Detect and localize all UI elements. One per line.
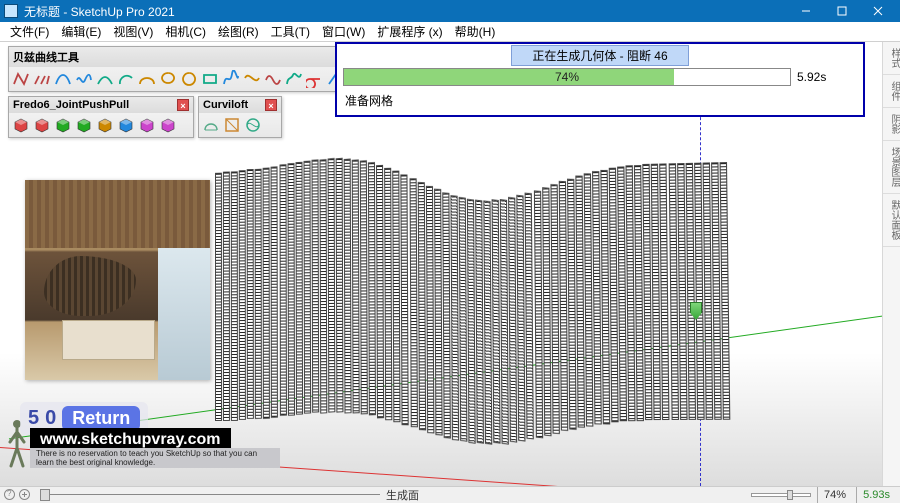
menu-help[interactable]: 帮助(H): [449, 21, 502, 42]
bezier-wave-icon[interactable]: [263, 69, 283, 89]
counter-a: 5: [28, 407, 39, 430]
curviloft-skin-icon[interactable]: [222, 115, 242, 135]
curviloft-loft-icon[interactable]: [201, 115, 221, 135]
jointpushpull-toolbar-title-label: Fredo6_JointPushPull: [13, 99, 177, 111]
generation-progress-panel: 正在生成几何体 - 阻断 46 74% 5.92s 准备网格: [335, 42, 865, 117]
progress-header: 正在生成几何体 - 阻断 46: [511, 45, 688, 66]
bezier-bezier-classic-icon[interactable]: [53, 69, 73, 89]
progress-bar: 74%: [343, 68, 791, 86]
jointpush-undo-icon[interactable]: [158, 115, 178, 135]
jointpush-normal-icon[interactable]: [74, 115, 94, 135]
progress-elapsed: 5.92s: [797, 70, 857, 84]
tray-tab-scenes[interactable]: 场景图层: [883, 141, 900, 194]
bezier-rectangle-icon[interactable]: [200, 69, 220, 89]
bezier-bspline-icon[interactable]: [74, 69, 94, 89]
menu-tools[interactable]: 工具(T): [265, 21, 316, 42]
window-titlebar: 无标题 - SketchUp Pro 2021: [0, 0, 900, 22]
parametric-wall-geometry: [215, 152, 732, 432]
tray-tab-components[interactable]: 组件: [883, 75, 900, 108]
tray-tab-default[interactable]: 默认面板: [883, 194, 900, 247]
bezier-polyline-icon[interactable]: [11, 69, 31, 89]
jointpush-extrude-icon[interactable]: [95, 115, 115, 135]
bezier-arc-icon[interactable]: [116, 69, 136, 89]
curviloft-toolbar-title-label: Curviloft: [203, 99, 265, 111]
menu-edit[interactable]: 编辑(E): [55, 21, 107, 42]
progress-percent-label: 74%: [344, 69, 790, 85]
watermark-subtitle: There is no reservation to teach you Ske…: [30, 448, 280, 468]
window-minimize-button[interactable]: [788, 0, 824, 22]
menu-camera[interactable]: 相机(C): [159, 21, 212, 42]
status-help-icon[interactable]: [4, 489, 15, 500]
menu-extensions[interactable]: 扩展程序 (x): [371, 21, 448, 42]
status-vcr-track[interactable]: [40, 490, 380, 500]
bezier-freehand-icon[interactable]: [284, 69, 304, 89]
tray-tab-styles[interactable]: 样式: [883, 42, 900, 75]
menu-view[interactable]: 视图(V): [107, 21, 159, 42]
bezier-catmull-icon[interactable]: [242, 69, 262, 89]
jointpush-vector-icon[interactable]: [53, 115, 73, 135]
bezier-helix-icon[interactable]: [221, 69, 241, 89]
window-close-button[interactable]: [860, 0, 896, 22]
status-mini-slider[interactable]: [751, 493, 811, 497]
status-add-icon[interactable]: [19, 489, 30, 500]
tray-tab-shadows[interactable]: 阴影: [883, 108, 900, 141]
status-percent: 74%: [817, 487, 852, 503]
jointpush-round-icon[interactable]: [32, 115, 52, 135]
jointpushpull-toolbar[interactable]: Fredo6_JointPushPull ×: [8, 96, 194, 138]
status-bar: 生成面 74% 5.93s: [0, 486, 900, 502]
menu-window[interactable]: 窗口(W): [316, 21, 371, 42]
status-center-text: 生成面: [386, 487, 419, 503]
tray-tabs: 样式 组件 阴影 场景图层 默认面板: [882, 42, 900, 486]
bezier-nurbs-icon[interactable]: [95, 69, 115, 89]
jointpush-joint-icon[interactable]: [11, 115, 31, 135]
jointpush-redo-icon[interactable]: [137, 115, 157, 135]
status-time: 5.93s: [856, 487, 896, 503]
curviloft-toolbar-title[interactable]: Curviloft ×: [199, 97, 281, 113]
window-maximize-button[interactable]: [824, 0, 860, 22]
curviloft-toolbar[interactable]: Curviloft ×: [198, 96, 282, 138]
menu-draw[interactable]: 绘图(R): [212, 21, 265, 42]
curviloft-toolbar-close-icon[interactable]: ×: [265, 99, 277, 111]
bezier-guidelines-icon[interactable]: [32, 69, 52, 89]
reference-image[interactable]: [25, 180, 210, 380]
bezier-loop-icon[interactable]: [305, 69, 325, 89]
app-icon: [4, 4, 18, 18]
jointpushpull-toolbar-close-icon[interactable]: ×: [177, 99, 189, 111]
menu-file[interactable]: 文件(F): [4, 21, 55, 42]
jointpush-follow-icon[interactable]: [116, 115, 136, 135]
bezier-fillet-icon[interactable]: [137, 69, 157, 89]
jointpushpull-toolbar-title[interactable]: Fredo6_JointPushPull ×: [9, 97, 193, 113]
window-title: 无标题 - SketchUp Pro 2021: [24, 3, 788, 20]
bezier-circle-icon[interactable]: [179, 69, 199, 89]
menu-bar: 文件(F) 编辑(E) 视图(V) 相机(C) 绘图(R) 工具(T) 窗口(W…: [0, 22, 900, 42]
bezier-ellipse-icon[interactable]: [158, 69, 178, 89]
progress-status: 准备网格: [337, 88, 863, 115]
counter-b: 0: [45, 407, 56, 430]
curviloft-spline-icon[interactable]: [243, 115, 263, 135]
